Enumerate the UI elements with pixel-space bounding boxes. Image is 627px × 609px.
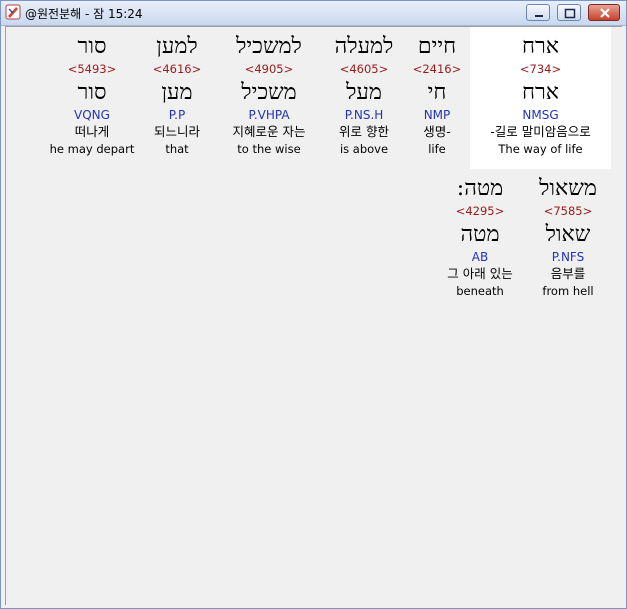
hebrew-word: חיים [417,34,457,59]
english-gloss: from hell [542,284,594,298]
word-column-1[interactable]: ארח <734> ארח NMSG -길로 말미암음으로 The way of… [470,27,611,169]
strong-number[interactable]: <5493> [46,61,138,77]
app-window: @원전분해 - 잠 15:24 ארח <734> ארח NMSG -길로 말… [0,0,627,609]
korean-gloss: 그 아래 있는 [447,266,513,281]
hebrew-lemma: מען [161,80,193,105]
strong-number[interactable]: <4605> [324,61,404,77]
title-bar[interactable]: @원전분해 - 잠 15:24 [1,1,626,26]
minimize-button[interactable] [526,4,550,21]
close-button[interactable] [588,4,620,21]
strong-number[interactable]: <734> [470,61,611,77]
hebrew-word: משאול [539,176,597,201]
word-column-3[interactable]: למעלה <4605> מעל P.NS.H 위로 향한 is above [324,27,404,169]
english-gloss: he may depart [49,142,135,156]
hebrew-word: למען [156,34,198,59]
english-gloss: is above [339,142,389,156]
minimize-icon [535,15,543,17]
morphology-code: P.VHPA [248,108,290,122]
korean-gloss: -길로 말미암음으로 [490,124,591,139]
strong-number[interactable]: <2416> [407,61,467,77]
english-gloss: that [165,142,189,156]
hebrew-word: למשכיל [236,34,302,59]
word-column-2[interactable]: חיים <2416> חי NMP 생명- life [407,27,467,169]
hebrew-word: ארח [521,34,560,59]
english-gloss: The way of life [498,142,583,156]
hebrew-lemma: מעל [346,80,382,105]
korean-gloss: 되느니라 [153,124,200,139]
maximize-icon [564,8,576,19]
word-column-6[interactable]: סור <5493> סור VQNG 떠나게 he may depart [46,27,138,169]
strong-number[interactable]: <7585> [528,203,608,219]
hebrew-word: מטה: [456,176,504,201]
morphology-code: P.P [168,108,186,122]
maximize-button[interactable] [557,4,581,21]
window-title: @원전분해 - 잠 15:24 [25,7,143,21]
morphology-code: P.NS.H [344,108,384,122]
morphology-code: AB [471,250,489,264]
hebrew-word: למעלה [334,34,394,59]
strong-number[interactable]: <4295> [434,203,526,219]
word-column-5[interactable]: למען <4616> מען P.P 되느니라 that [140,27,214,169]
hebrew-lemma: משכיל [241,80,297,105]
hebrew-lemma: מטה [460,222,500,247]
strong-number[interactable]: <4616> [140,61,214,77]
hebrew-lemma: חי [427,80,447,105]
korean-gloss: 생명- [423,124,451,139]
morphology-code: P.NFS [551,250,585,264]
hebrew-lemma: שאול [545,222,591,247]
morphology-code: NMP [423,108,451,122]
hebrew-word: סור [77,34,107,59]
english-gloss: beneath [456,284,504,298]
word-column-7[interactable]: משאול <7585> שאול P.NFS 음부를 from hell [528,169,608,311]
english-gloss: life [428,142,446,156]
hebrew-lemma: ארח [521,80,560,105]
korean-gloss: 음부를 [550,266,586,281]
morphology-code: VQNG [74,108,110,122]
morphology-code: NMSG [522,108,559,122]
korean-gloss: 떠나게 [74,124,110,139]
korean-gloss: 위로 향한 [339,124,389,139]
hebrew-lemma: סור [77,80,107,105]
korean-gloss: 지혜로운 자는 [232,124,306,139]
strong-number[interactable]: <4905> [218,61,320,77]
english-gloss: to the wise [237,142,301,156]
word-column-4[interactable]: למשכיל <4905> משכיל P.VHPA 지혜로운 자는 to th… [218,27,320,169]
close-icon [600,8,610,18]
interlinear-panel: ארח <734> ארח NMSG -길로 말미암음으로 The way of… [5,26,622,605]
word-column-8[interactable]: מטה: <4295> מטה AB 그 아래 있는 beneath [434,169,526,311]
app-icon [5,4,21,20]
